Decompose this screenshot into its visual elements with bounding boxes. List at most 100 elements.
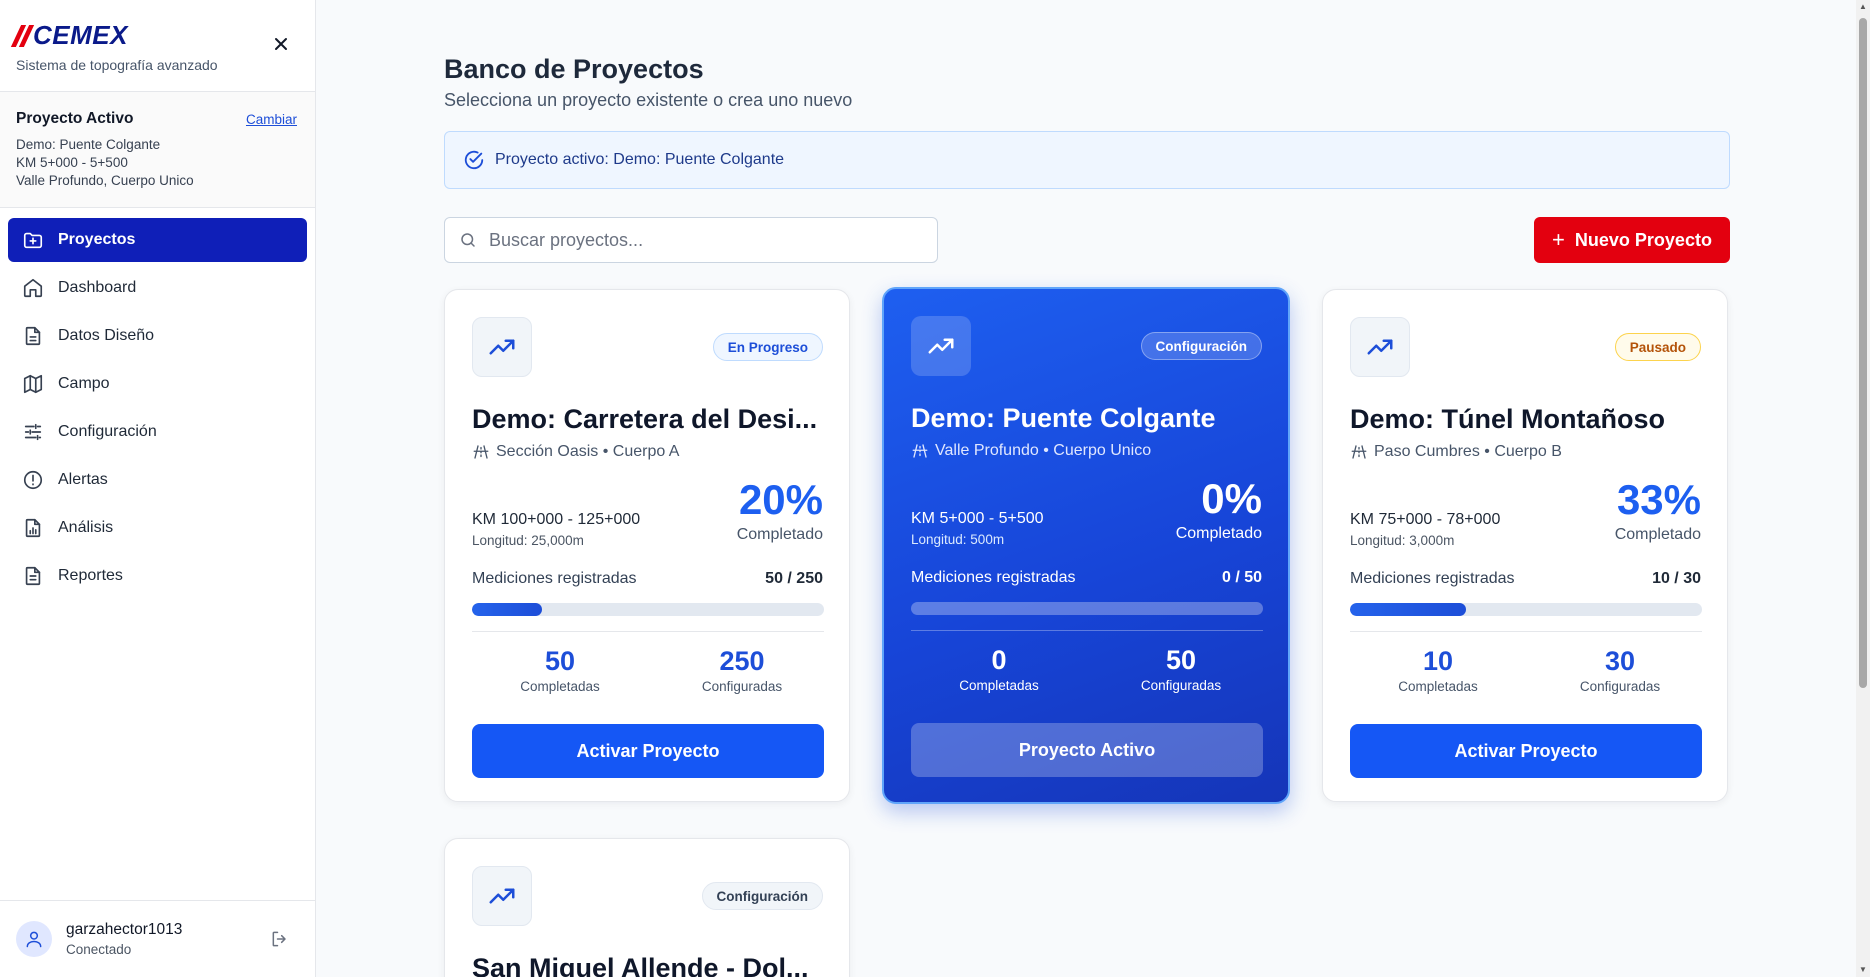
sidebar-item-datos-diseno[interactable]: Datos Diseño	[8, 314, 307, 358]
sidebar-item-campo[interactable]: Campo	[8, 362, 307, 406]
road-icon	[473, 445, 489, 459]
project-percent: 20%	[738, 476, 823, 523]
stat-configured: 250 Configuradas	[654, 646, 830, 694]
active-project-location: Valle Profundo, Cuerpo Unico	[16, 173, 194, 188]
active-project-km: KM 5+000 - 5+500	[16, 155, 128, 170]
project-km: KM 100+000 - 125+000	[472, 511, 641, 528]
page-title: Banco de Proyectos	[444, 54, 704, 84]
progress-bar	[911, 602, 1263, 615]
stat-completed-label: Completadas	[1398, 679, 1478, 694]
logo-mark-icon	[10, 24, 35, 47]
scroll-up-icon[interactable]: ▲	[1859, 3, 1867, 11]
stat-completed-value: 0	[991, 645, 1007, 675]
road-icon	[1351, 445, 1367, 459]
map-icon	[23, 374, 43, 394]
user-status: Conectado	[66, 942, 132, 957]
percent-label: Completado	[736, 526, 823, 543]
status-badge: Configuración	[701, 882, 823, 910]
percent-label: Completado	[1614, 526, 1701, 543]
stat-configured-label: Configuradas	[1579, 679, 1661, 694]
scrollbar[interactable]: ▲ ▼	[1856, 0, 1870, 977]
brand-header: CEMEX Sistema de topografía avanzado	[0, 0, 315, 92]
project-card[interactable]: Configuración San Miguel Allende - Dol..…	[444, 838, 850, 977]
status-badge: Pausado	[1614, 333, 1701, 361]
road-icon	[912, 444, 928, 458]
search-input[interactable]	[489, 229, 929, 251]
project-location: Sección Oasis • Cuerpo A	[472, 443, 679, 461]
sidebar-item-proyectos[interactable]: Proyectos	[8, 218, 307, 262]
project-location: Paso Cumbres • Cuerpo B	[1350, 443, 1562, 461]
sidebar-item-label: Campo	[58, 375, 110, 392]
project-location-text: Valle Profundo • Cuerpo Unico	[935, 442, 1152, 459]
activate-project-button[interactable]: Activar Proyecto	[1350, 724, 1702, 778]
stat-configured-label: Configuradas	[701, 679, 783, 694]
project-location: Valle Profundo • Cuerpo Unico	[911, 442, 1151, 460]
stat-configured: 50 Configuradas	[1093, 645, 1269, 693]
project-length: Longitud: 500m	[911, 532, 1005, 547]
trending-up-icon	[911, 316, 971, 376]
stat-configured-value: 250	[719, 646, 765, 676]
stat-configured: 30 Configuradas	[1532, 646, 1708, 694]
project-card[interactable]: Pausado Demo: Túnel Montañoso Paso Cumbr…	[1322, 289, 1728, 802]
measurements-value: 10 / 30	[1652, 570, 1701, 587]
measurements-label: Mediciones registradas	[1350, 570, 1515, 587]
change-project-link[interactable]: Cambiar	[246, 112, 297, 127]
measurements-value: 50 / 250	[765, 570, 823, 587]
project-length: Longitud: 25,000m	[472, 533, 584, 548]
stat-completed: 50 Completadas	[472, 646, 648, 694]
status-badge: En Progreso	[712, 333, 823, 361]
divider	[911, 630, 1263, 631]
sidebar-item-dashboard[interactable]: Dashboard	[8, 266, 307, 310]
sidebar-item-analisis[interactable]: Análisis	[8, 506, 307, 550]
user-icon	[26, 931, 42, 948]
scrollbar-thumb[interactable]	[1859, 18, 1867, 688]
sidebar-item-label: Proyectos	[58, 231, 136, 248]
project-title: Demo: Puente Colgante	[911, 403, 1216, 433]
alert-circle-icon	[23, 470, 43, 490]
sidebar-item-label: Análisis	[58, 519, 114, 536]
new-project-label: Nuevo Proyecto	[1574, 229, 1712, 250]
user-panel: garzahector1013 Conectado	[0, 900, 316, 977]
project-percent: 33%	[1616, 476, 1701, 523]
progress-bar	[1350, 603, 1702, 616]
project-title: San Miguel Allende - Dol...	[472, 953, 809, 977]
check-circle-icon	[464, 150, 484, 170]
sidebar-item-alertas[interactable]: Alertas	[8, 458, 307, 502]
scroll-down-icon[interactable]: ▼	[1859, 966, 1867, 974]
progress-bar-fill	[1350, 603, 1467, 616]
status-badge: Configuración	[1140, 332, 1262, 360]
stat-completed-label: Completadas	[520, 679, 600, 694]
activate-project-button[interactable]: Activar Proyecto	[472, 724, 824, 778]
sidebar-item-label: Configuración	[58, 423, 157, 440]
sidebar: CEMEX Sistema de topografía avanzado Pro…	[0, 0, 316, 977]
logout-icon[interactable]	[270, 929, 290, 949]
divider	[472, 631, 824, 632]
measurements-label: Mediciones registradas	[911, 569, 1076, 586]
new-project-button[interactable]: + Nuevo Proyecto	[1534, 217, 1730, 263]
search-icon	[461, 233, 475, 247]
document-icon	[25, 326, 41, 346]
active-project-alert: Proyecto activo: Demo: Puente Colgante	[444, 131, 1730, 189]
avatar[interactable]	[16, 921, 52, 957]
home-icon	[23, 278, 43, 298]
project-card[interactable]: En Progreso Demo: Carretera del Desi... …	[444, 289, 850, 802]
sidebar-nav: Proyectos Dashboard Datos Diseño Campo C…	[0, 208, 315, 612]
project-title: Demo: Carretera del Desi...	[472, 404, 818, 434]
sidebar-item-label: Reportes	[58, 567, 123, 584]
search-box	[444, 217, 938, 263]
project-location-text: Paso Cumbres • Cuerpo B	[1374, 443, 1562, 460]
sidebar-item-configuracion[interactable]: Configuración	[8, 410, 307, 454]
project-card-active[interactable]: Configuración Demo: Puente Colgante Vall…	[882, 287, 1290, 804]
active-project-button[interactable]: Proyecto Activo	[911, 723, 1263, 777]
measurements-label: Mediciones registradas	[472, 570, 637, 587]
active-project-panel: Proyecto Activo Cambiar Demo: Puente Col…	[0, 92, 315, 208]
stat-configured-value: 30	[1604, 646, 1636, 676]
chart-file-icon	[25, 518, 41, 538]
project-km: KM 75+000 - 78+000	[1350, 511, 1501, 528]
close-icon[interactable]	[271, 34, 291, 54]
user-name: garzahector1013	[66, 921, 183, 938]
sidebar-item-reportes[interactable]: Reportes	[8, 554, 307, 598]
sliders-icon	[24, 423, 42, 441]
alert-text: Proyecto activo: Demo: Puente Colgante	[495, 151, 785, 168]
report-icon	[25, 566, 41, 586]
